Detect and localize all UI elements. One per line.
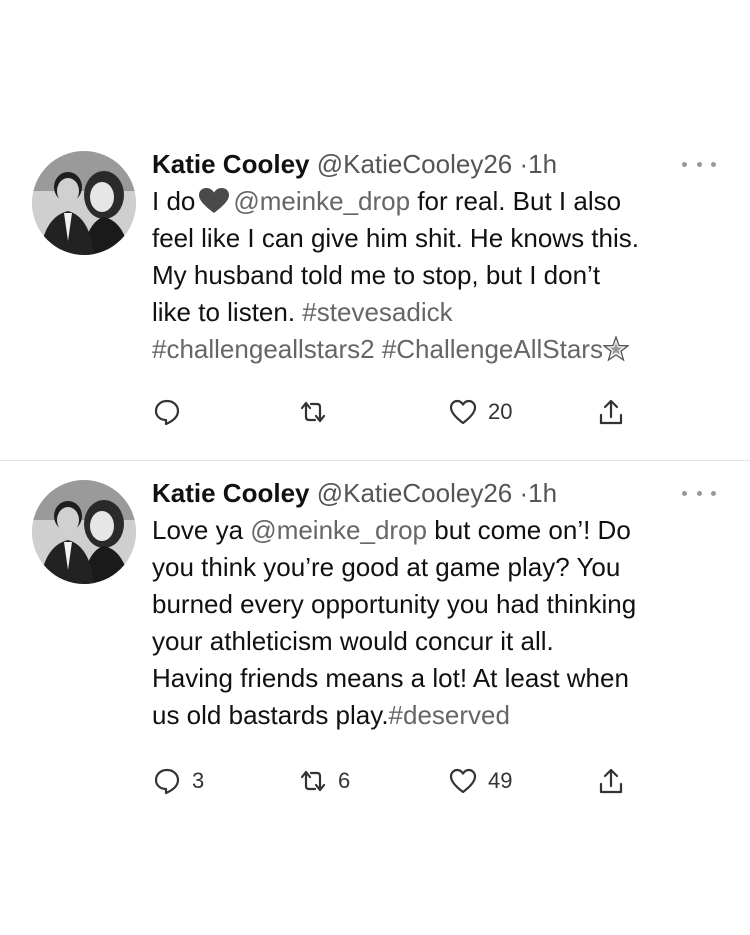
reply-icon bbox=[154, 399, 180, 426]
like-button[interactable]: 49 bbox=[448, 764, 512, 798]
reply-icon bbox=[154, 768, 180, 795]
author-name[interactable]: Katie Cooley bbox=[152, 478, 310, 508]
star-emoji bbox=[602, 336, 629, 362]
timestamp[interactable]: 1h bbox=[528, 149, 557, 179]
tweet-header: Katie Cooley @KatieCooley26 ·1h bbox=[152, 476, 722, 510]
mention-link[interactable]: @meinke_drop bbox=[250, 515, 427, 545]
hashtag-link[interactable]: #challengeallstars2 bbox=[152, 334, 375, 364]
text-segment: I do bbox=[152, 186, 196, 216]
author-handle[interactable]: @KatieCooley26 bbox=[317, 478, 513, 508]
hashtag-link[interactable]: #ChallengeAllStars bbox=[375, 334, 603, 364]
like-button[interactable]: 20 bbox=[448, 395, 512, 429]
text-segment: Love ya bbox=[152, 515, 251, 545]
tweet-header: Katie Cooley @KatieCooley26 ·1h bbox=[152, 147, 722, 181]
separator: · bbox=[519, 478, 529, 508]
reply-button[interactable] bbox=[152, 395, 192, 429]
avatar-photo bbox=[32, 480, 136, 584]
hashtag-link[interactable]: #stevesadick bbox=[302, 297, 452, 327]
avatar-photo bbox=[32, 151, 136, 255]
more-options-icon[interactable] bbox=[682, 488, 716, 498]
retweet-button[interactable] bbox=[298, 395, 338, 429]
share-icon bbox=[599, 399, 623, 425]
avatar[interactable] bbox=[32, 480, 136, 584]
like-icon bbox=[449, 768, 477, 794]
reply-count: 3 bbox=[192, 768, 205, 793]
tweet-text: Love ya @meinke_drop but come on’! Do yo… bbox=[152, 512, 722, 734]
retweet-count: 6 bbox=[338, 768, 351, 793]
text-segment: like to listen. bbox=[152, 297, 303, 327]
retweet-icon bbox=[300, 770, 326, 792]
share-icon bbox=[599, 768, 623, 794]
separator: · bbox=[519, 149, 529, 179]
share-button[interactable] bbox=[596, 395, 626, 429]
text-segment: My husband told me to stop, but I don’t bbox=[152, 260, 601, 290]
black-heart-emoji bbox=[199, 188, 230, 213]
like-count: 20 bbox=[488, 399, 513, 424]
reply-button[interactable]: 3 bbox=[152, 764, 204, 798]
tweet-actions: 3 6 49 bbox=[152, 764, 652, 798]
text-segment: feel like I can give him shit. He knows … bbox=[152, 223, 639, 253]
share-button[interactable] bbox=[596, 764, 626, 798]
text-segment: you think you’re good at game play? You bbox=[152, 552, 621, 582]
like-count: 49 bbox=[488, 768, 513, 793]
tweet-actions: 20 bbox=[152, 395, 652, 429]
text-segment: us old bastards play. bbox=[152, 700, 389, 730]
author-handle[interactable]: @KatieCooley26 bbox=[317, 149, 513, 179]
text-segment: burned every opportunity you had thinkin… bbox=[152, 589, 637, 619]
retweet-button[interactable]: 6 bbox=[298, 764, 350, 798]
text-segment: Having friends means a lot! At least whe… bbox=[152, 663, 629, 693]
text-segment: for real. But I also bbox=[410, 186, 622, 216]
tweet-text: I do @meinke_drop for real. But I also fe… bbox=[152, 183, 722, 368]
text-segment: but come on’! Do bbox=[427, 515, 631, 545]
hashtag-link[interactable]: #deserved bbox=[389, 700, 510, 730]
tweet-divider bbox=[0, 460, 750, 461]
timestamp[interactable]: 1h bbox=[528, 478, 557, 508]
like-icon bbox=[449, 399, 477, 425]
avatar[interactable] bbox=[32, 151, 136, 255]
text-segment: your athleticism would concur it all. bbox=[152, 626, 554, 656]
mention-link[interactable]: @meinke_drop bbox=[233, 186, 410, 216]
retweet-icon bbox=[300, 401, 326, 423]
more-options-icon[interactable] bbox=[682, 159, 716, 169]
author-name[interactable]: Katie Cooley bbox=[152, 149, 310, 179]
